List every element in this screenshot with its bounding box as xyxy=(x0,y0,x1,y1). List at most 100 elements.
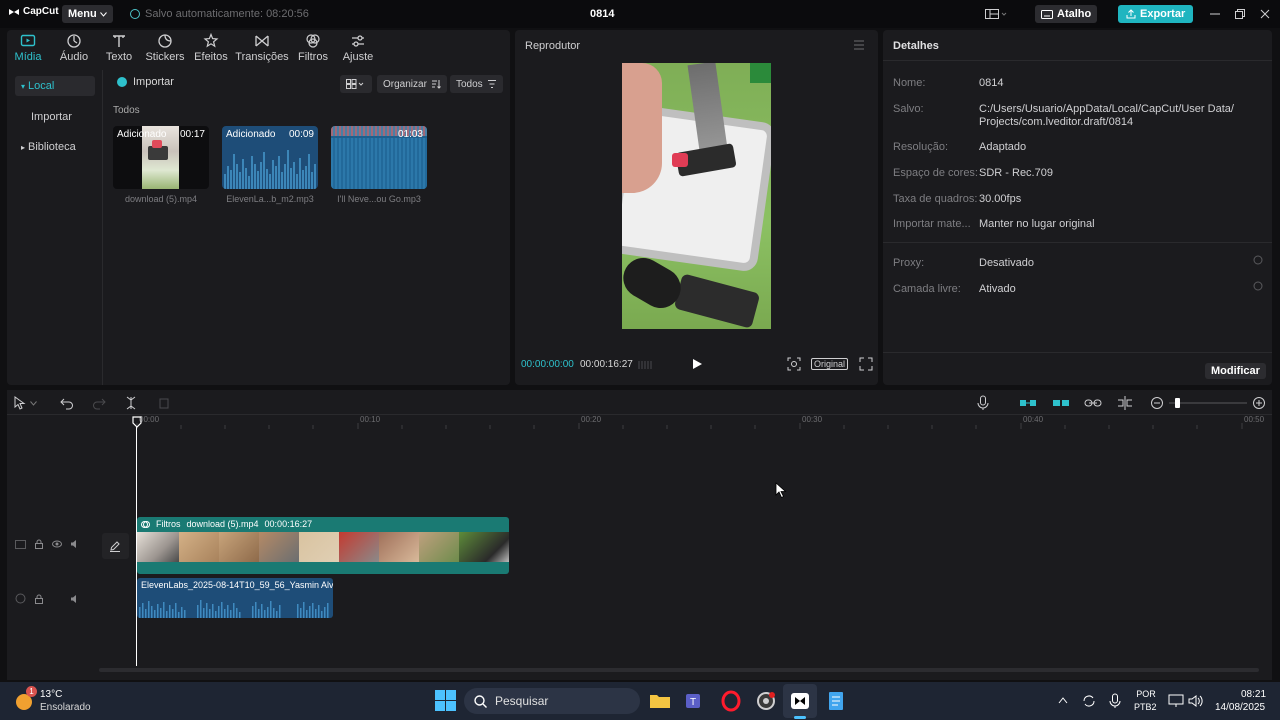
volume-icon[interactable] xyxy=(1188,694,1204,708)
zoom-slider[interactable] xyxy=(1169,398,1247,408)
modify-button[interactable]: Modificar xyxy=(1205,363,1266,379)
detail-label: Proxy: xyxy=(893,257,925,269)
tab-transitions[interactable]: Transições xyxy=(231,30,293,66)
zoom-slider-thumb[interactable] xyxy=(1175,398,1180,408)
info-icon[interactable] xyxy=(1253,255,1263,265)
speaker-icon[interactable] xyxy=(70,594,80,604)
tab-media[interactable]: Mídia xyxy=(7,30,49,66)
sidebar-item-library[interactable]: ▸ Biblioteca xyxy=(15,137,95,157)
total-time: 00:00:16:27 xyxy=(580,359,633,370)
organize-button[interactable]: Organizar xyxy=(377,75,447,93)
shortcut-button[interactable]: Atalho xyxy=(1035,5,1098,23)
auto-snap-icon[interactable] xyxy=(1052,397,1070,409)
sidebar-item-import[interactable]: Importar xyxy=(15,107,95,127)
clock-time[interactable]: 08:21 xyxy=(1241,689,1266,700)
redo-icon[interactable] xyxy=(92,396,106,410)
audio-waveform xyxy=(139,600,329,618)
cover-edit-button[interactable] xyxy=(102,533,129,559)
chrome-icon[interactable] xyxy=(755,690,777,712)
import-button[interactable]: Importar xyxy=(117,76,174,88)
layout-icon[interactable] xyxy=(985,8,1007,20)
capcut-logo-icon xyxy=(9,8,19,15)
player-menu-icon[interactable] xyxy=(853,40,865,50)
restore-icon[interactable] xyxy=(1233,7,1247,21)
divider xyxy=(883,242,1272,243)
detail-label: Espaço de cores: xyxy=(893,167,978,179)
clock-date[interactable]: 14/08/2025 xyxy=(1215,702,1265,713)
weather-icon[interactable]: 1 xyxy=(14,686,37,712)
playhead-handle[interactable] xyxy=(132,416,142,428)
tab-stickers[interactable]: Stickers xyxy=(139,30,191,66)
undo-icon[interactable] xyxy=(60,396,74,410)
capcut-icon[interactable] xyxy=(783,684,817,719)
timeline-scrollbar[interactable] xyxy=(99,668,1259,672)
video-preview[interactable] xyxy=(622,63,771,329)
sidebar-item-local[interactable]: ▾ Local xyxy=(15,76,95,96)
title-bar: CapCut Menu Salvo automaticamente: 08:20… xyxy=(0,0,1280,28)
windows-start-icon[interactable] xyxy=(435,690,456,711)
divider xyxy=(883,352,1272,353)
language-bottom[interactable]: PTB2 xyxy=(1134,702,1157,712)
tab-text[interactable]: Texto xyxy=(99,30,139,66)
filter-button[interactable]: Todos xyxy=(450,75,503,93)
fullscreen-icon[interactable] xyxy=(859,357,873,371)
network-icon[interactable] xyxy=(1168,694,1184,708)
split-icon[interactable] xyxy=(124,396,138,410)
media-tabs: Mídia Áudio Texto Stickers Efeitos Trans… xyxy=(7,30,510,66)
waveform-graphic xyxy=(224,150,316,189)
file-explorer-icon[interactable] xyxy=(649,690,671,712)
added-badge: Adicionado xyxy=(117,129,167,140)
notepad-icon[interactable] xyxy=(825,690,847,712)
original-ratio-button[interactable]: Original xyxy=(811,358,849,370)
import-icon xyxy=(117,77,127,87)
export-button[interactable]: Exportar xyxy=(1118,5,1194,23)
tray-overflow-icon[interactable] xyxy=(1058,696,1068,704)
timecode-icon[interactable] xyxy=(638,360,654,370)
filter-label: Todos xyxy=(456,78,483,90)
close-icon[interactable] xyxy=(1258,7,1272,21)
zoom-in-icon[interactable] xyxy=(1252,396,1266,410)
clip-name: ElevenLabs_2025-08-14T10_59_56_Yasmin Al… xyxy=(141,580,333,590)
duration-label: 00:09 xyxy=(288,129,314,140)
play-icon[interactable] xyxy=(691,358,703,370)
zoom-out-icon[interactable] xyxy=(1150,396,1164,410)
link-icon[interactable] xyxy=(1084,397,1102,409)
eye-icon[interactable] xyxy=(52,539,62,549)
media-item-music[interactable]: 01:03 xyxy=(331,126,427,189)
preview-axis-icon[interactable] xyxy=(1116,396,1134,410)
language-top[interactable]: POR xyxy=(1136,689,1156,699)
microphone-tray-icon[interactable] xyxy=(1109,693,1121,709)
lock-icon[interactable] xyxy=(34,539,44,549)
tab-effects[interactable]: Efeitos xyxy=(191,30,231,66)
speaker-icon[interactable] xyxy=(70,539,80,549)
microphone-icon[interactable] xyxy=(976,395,990,411)
info-icon[interactable] xyxy=(1253,281,1263,291)
select-tool[interactable] xyxy=(14,396,37,410)
playhead-line[interactable] xyxy=(136,427,137,666)
delete-icon[interactable] xyxy=(157,396,171,410)
opera-icon[interactable] xyxy=(720,690,742,712)
view-mode-button[interactable] xyxy=(340,75,372,93)
sync-icon[interactable] xyxy=(1082,694,1096,708)
lock-icon[interactable] xyxy=(34,594,44,604)
media-item-name: download (5).mp4 xyxy=(124,194,198,204)
tab-audio[interactable]: Áudio xyxy=(49,30,99,66)
effects-icon xyxy=(203,33,219,48)
media-item-video[interactable]: Adicionado 00:17 xyxy=(113,126,209,189)
video-clip[interactable]: Filtros download (5).mp4 00:00:16:27 xyxy=(137,517,509,574)
detail-value: Adaptado xyxy=(979,141,1027,153)
minimize-icon[interactable] xyxy=(1208,7,1222,21)
audio-clip[interactable]: ElevenLabs_2025-08-14T10_59_56_Yasmin Al… xyxy=(137,578,333,618)
tab-label: Stickers xyxy=(145,51,185,63)
windows-taskbar: 1 13°C Ensolarado Pesquisar T POR PTB2 0… xyxy=(0,682,1280,720)
timeline-ruler[interactable]: 00:00 00:10 00:20 00:30 00:40 00:50 xyxy=(99,415,1272,429)
taskbar-search[interactable]: Pesquisar xyxy=(464,688,640,714)
media-item-audio[interactable]: Adicionado 00:09 xyxy=(222,126,318,189)
menu-button[interactable]: Menu xyxy=(62,5,113,23)
teams-icon[interactable]: T xyxy=(684,690,706,712)
tab-adjust[interactable]: Ajuste xyxy=(333,30,383,66)
fit-screen-icon[interactable] xyxy=(787,357,801,371)
details-title: Detalhes xyxy=(893,40,939,52)
tab-filters[interactable]: Filtros xyxy=(293,30,333,66)
main-track-magnet-icon[interactable] xyxy=(1019,397,1037,409)
